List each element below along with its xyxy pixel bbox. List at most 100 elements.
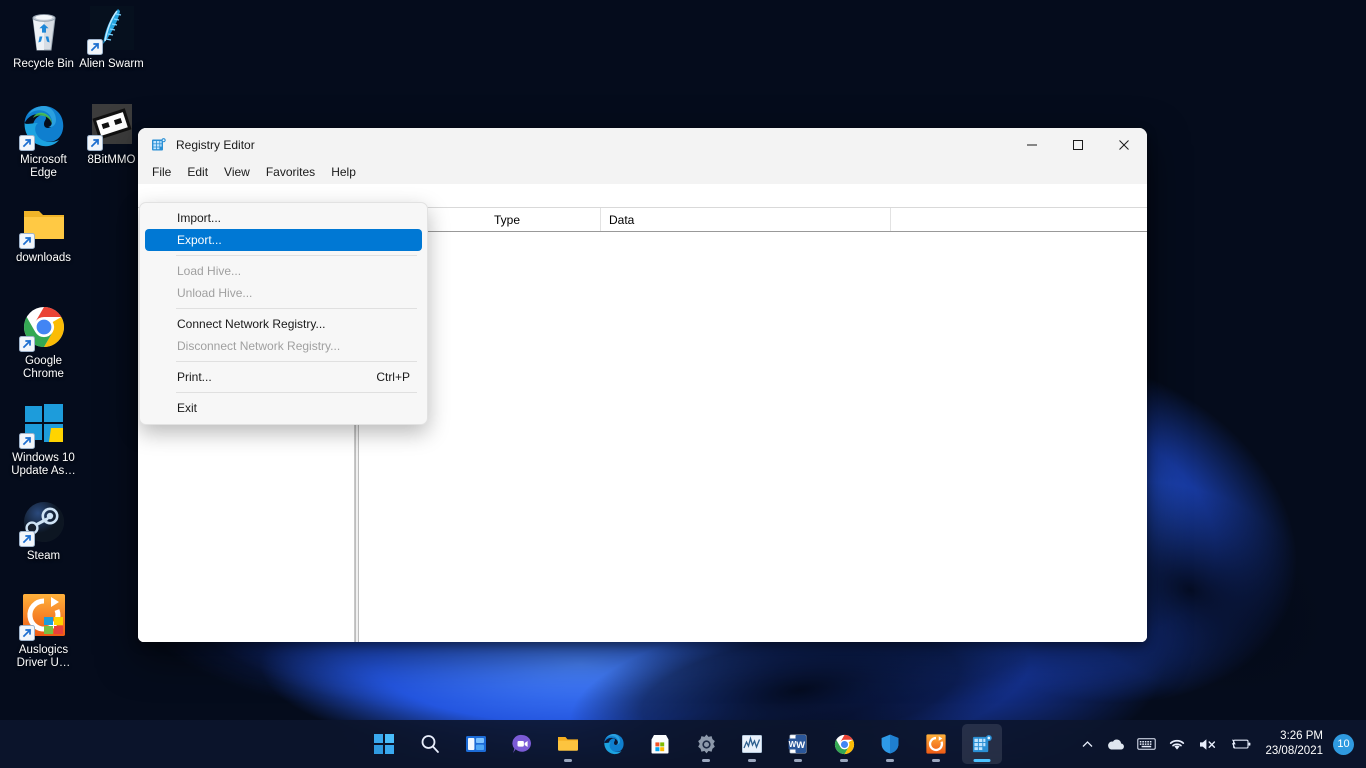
desktop[interactable]: Recycle Bin Alien Swarm [0, 0, 1366, 768]
menu-separator-1 [176, 255, 417, 256]
menu-file[interactable]: File [144, 163, 179, 183]
microsoft-edge-icon [602, 732, 626, 756]
clock-date: 23/08/2021 [1265, 744, 1323, 759]
menu-bar[interactable]: File Edit View Favorites Help [138, 162, 1147, 184]
taskbar-edge-button[interactable] [594, 724, 634, 764]
menu-item-print[interactable]: Print... Ctrl+P [145, 366, 422, 388]
task-manager-icon [741, 733, 763, 755]
taskbar-running-indicator [886, 759, 894, 762]
menu-item-print-accelerator: Ctrl+P [376, 370, 422, 384]
desktop-icon-recycle-bin[interactable]: Recycle Bin [6, 6, 81, 71]
touch-keyboard-icon [1137, 737, 1156, 751]
menu-view[interactable]: View [216, 163, 258, 183]
tray-overflow-button[interactable] [1076, 726, 1099, 762]
desktop-icon-windows-update-assistant[interactable]: Windows 10 Update As… [6, 400, 81, 478]
taskbar-file-explorer-button[interactable] [548, 724, 588, 764]
windows-update-icon [20, 400, 68, 448]
shortcut-overlay-icon [19, 531, 35, 547]
menu-separator-4 [176, 392, 417, 393]
menu-edit[interactable]: Edit [179, 163, 216, 183]
menu-help[interactable]: Help [323, 163, 364, 183]
desktop-icon-google-chrome[interactable]: Google Chrome [6, 303, 81, 381]
svg-text:W: W [789, 740, 797, 749]
microsoft-edge-icon [20, 102, 68, 150]
taskbar-chrome-button[interactable] [824, 724, 864, 764]
volume-muted-icon [1198, 737, 1218, 752]
auslogics-icon [20, 592, 68, 640]
taskbar[interactable]: W W [0, 720, 1366, 768]
values-column-header[interactable]: Name Type Data [359, 208, 1147, 232]
taskbar-search-button[interactable] [410, 724, 450, 764]
taskbar-clock[interactable]: 3:26 PM 23/08/2021 [1259, 729, 1331, 759]
maximize-button[interactable] [1055, 128, 1101, 162]
file-explorer-icon [556, 732, 580, 756]
taskbar-microsoft-store-button[interactable] [640, 724, 680, 764]
recycle-bin-icon [20, 6, 68, 54]
menu-item-exit[interactable]: Exit [145, 397, 422, 419]
menu-item-connect-network-registry[interactable]: Connect Network Registry... [145, 313, 422, 335]
desktop-icon-label: Steam [6, 550, 81, 563]
taskbar-task-view-button[interactable] [456, 724, 496, 764]
tray-touch-keyboard-button[interactable] [1132, 726, 1161, 762]
tray-onedrive-button[interactable] [1101, 726, 1130, 762]
taskbar-running-indicator [932, 759, 940, 762]
taskbar-auslogics-button[interactable] [916, 724, 956, 764]
google-chrome-icon [833, 733, 856, 756]
search-icon [419, 733, 441, 755]
window-titlebar[interactable]: Registry Editor [138, 128, 1147, 162]
menu-item-disconnect-network-registry: Disconnect Network Registry... [145, 335, 422, 357]
menu-favorites[interactable]: Favorites [258, 163, 323, 183]
taskbar-word-button[interactable]: W W [778, 724, 818, 764]
registry-editor-icon [971, 733, 994, 756]
desktop-icon-alien-swarm[interactable]: Alien Swarm [74, 6, 149, 71]
taskbar-security-button[interactable] [870, 724, 910, 764]
shortcut-overlay-icon [19, 625, 35, 641]
desktop-icon-steam[interactable]: Steam [6, 498, 81, 563]
microsoft-word-icon: W W [787, 733, 809, 755]
shortcut-overlay-icon [87, 39, 103, 55]
windows-security-icon [879, 733, 901, 755]
shortcut-overlay-icon [19, 135, 35, 151]
registry-values-pane[interactable]: Name Type Data [359, 208, 1147, 642]
desktop-icon-microsoft-edge[interactable]: Microsoft Edge [6, 102, 81, 180]
taskbar-running-indicator [794, 759, 802, 762]
desktop-icon-auslogics[interactable]: Auslogics Driver U… [6, 592, 81, 670]
shortcut-overlay-icon [19, 233, 35, 249]
desktop-icon-label: Windows 10 Update As… [6, 452, 81, 478]
desktop-icon-downloads[interactable]: downloads [6, 200, 81, 265]
close-button[interactable] [1101, 128, 1147, 162]
column-header-type[interactable]: Type [486, 208, 601, 231]
notification-badge[interactable]: 10 [1333, 734, 1354, 755]
menu-separator-2 [176, 308, 417, 309]
settings-gear-icon [695, 733, 718, 756]
shortcut-overlay-icon [19, 336, 35, 352]
registry-editor-window[interactable]: Registry Editor File Edit View [138, 128, 1147, 642]
svg-text:W: W [796, 740, 805, 751]
menu-separator-3 [176, 361, 417, 362]
taskbar-running-indicator [702, 759, 710, 762]
taskbar-task-manager-button[interactable] [732, 724, 772, 764]
taskbar-chat-button[interactable] [502, 724, 542, 764]
wifi-icon [1168, 737, 1186, 752]
menu-item-export[interactable]: Export... [145, 229, 422, 251]
window-title: Registry Editor [176, 138, 1009, 152]
google-chrome-icon [20, 303, 68, 351]
tray-network-button[interactable] [1163, 726, 1191, 762]
tray-battery-button[interactable] [1225, 726, 1257, 762]
onedrive-icon [1106, 737, 1125, 752]
column-header-filler [891, 208, 1147, 231]
menu-item-unload-hive: Unload Hive... [145, 282, 422, 304]
taskbar-regedit-button[interactable] [962, 724, 1002, 764]
menu-item-import[interactable]: Import... [145, 207, 422, 229]
menu-item-load-hive: Load Hive... [145, 260, 422, 282]
shortcut-overlay-icon [87, 135, 103, 151]
desktop-icon-label: Auslogics Driver U… [6, 644, 81, 670]
taskbar-start-button[interactable] [364, 724, 404, 764]
minimize-button[interactable] [1009, 128, 1055, 162]
tray-volume-button[interactable] [1193, 726, 1223, 762]
close-icon [1118, 139, 1130, 151]
column-header-data[interactable]: Data [601, 208, 891, 231]
desktop-icon-label: Recycle Bin [6, 58, 81, 71]
taskbar-settings-button[interactable] [686, 724, 726, 764]
file-menu-popup[interactable]: Import... Export... Load Hive... Unload … [139, 202, 428, 425]
